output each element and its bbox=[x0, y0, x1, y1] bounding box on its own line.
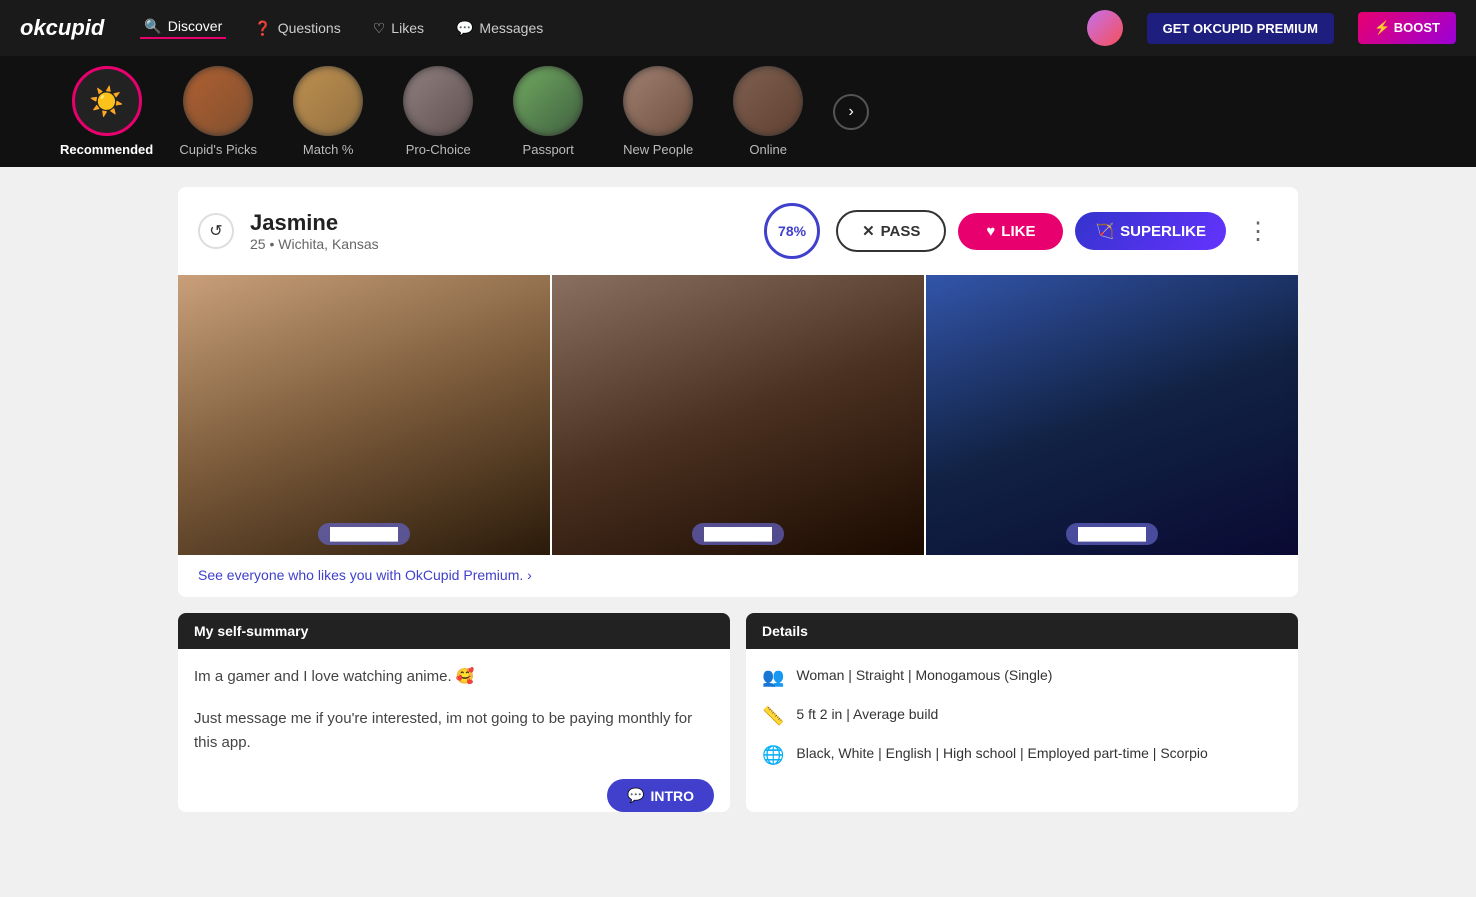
pro-choice-icon bbox=[403, 66, 473, 136]
premium-link[interactable]: See everyone who likes you with OkCupid … bbox=[198, 567, 532, 583]
nav-likes[interactable]: ♡ Likes bbox=[369, 20, 428, 37]
photo-1[interactable]: ████████ bbox=[178, 275, 550, 555]
superlike-icon: 🏹 bbox=[1095, 222, 1114, 240]
heart-icon: ♥ bbox=[986, 223, 995, 240]
photo-3-badge: ████████ bbox=[1066, 523, 1158, 545]
gender-icon: 👥 bbox=[762, 667, 784, 688]
discover-bar: ☀️ Recommended Cupid's Picks Match % Pro… bbox=[0, 56, 1476, 167]
recommended-label: Recommended bbox=[60, 142, 153, 157]
discover-cupids-picks[interactable]: Cupid's Picks bbox=[173, 66, 263, 157]
profile-card: ↺ Jasmine 25 • Wichita, Kansas 78% ✕ PAS… bbox=[178, 187, 1298, 597]
new-people-icon bbox=[623, 66, 693, 136]
photos-grid: ████████ ████████ ████████ bbox=[178, 275, 1298, 555]
passport-icon bbox=[513, 66, 583, 136]
profile-name: Jasmine bbox=[250, 210, 748, 236]
detail-row-ethnicity: 🌐 Black, White | English | High school |… bbox=[762, 743, 1282, 766]
photo-2-badge: ████████ bbox=[692, 523, 784, 545]
new-people-label: New People bbox=[623, 142, 693, 157]
likes-icon: ♡ bbox=[373, 20, 386, 37]
photo-2[interactable]: ████████ bbox=[552, 275, 924, 555]
user-avatar[interactable] bbox=[1087, 10, 1123, 46]
profile-header: ↺ Jasmine 25 • Wichita, Kansas 78% ✕ PAS… bbox=[178, 187, 1298, 275]
discover-new-people[interactable]: New People bbox=[613, 66, 703, 157]
self-summary-header: My self-summary bbox=[178, 613, 730, 649]
recommended-icon: ☀️ bbox=[72, 66, 142, 136]
discover-match[interactable]: Match % bbox=[283, 66, 373, 157]
online-icon bbox=[733, 66, 803, 136]
premium-link-bar: See everyone who likes you with OkCupid … bbox=[178, 555, 1298, 597]
nav-questions[interactable]: ❓ Questions bbox=[250, 20, 344, 37]
photo-1-badge: ████████ bbox=[318, 523, 410, 545]
match-percentage-circle: 78% bbox=[764, 203, 820, 259]
x-icon: ✕ bbox=[862, 222, 875, 240]
premium-button[interactable]: GET OKCUPID PREMIUM bbox=[1147, 13, 1334, 44]
self-summary-card: My self-summary Im a gamer and I love wa… bbox=[178, 613, 730, 812]
detail-row-gender: 👥 Woman | Straight | Monogamous (Single) bbox=[762, 665, 1282, 688]
logo: okcupid bbox=[20, 15, 104, 41]
globe-icon: 🌐 bbox=[762, 745, 784, 766]
nav-messages[interactable]: 💬 Messages bbox=[452, 20, 547, 37]
pass-button[interactable]: ✕ PASS bbox=[836, 210, 946, 252]
more-options-button[interactable]: ⋮ bbox=[1238, 213, 1278, 250]
match-icon bbox=[293, 66, 363, 136]
ethnicity-detail: Black, White | English | High school | E… bbox=[796, 743, 1207, 764]
self-summary-body: Im a gamer and I love watching anime. 🥰 … bbox=[178, 649, 730, 783]
discover-recommended[interactable]: ☀️ Recommended bbox=[60, 66, 153, 157]
discover-passport[interactable]: Passport bbox=[503, 66, 593, 157]
pro-choice-label: Pro-Choice bbox=[406, 142, 471, 157]
discover-online[interactable]: Online bbox=[723, 66, 813, 157]
message-icon: 💬 bbox=[627, 787, 644, 804]
details-header: Details bbox=[746, 613, 1298, 649]
superlike-button[interactable]: 🏹 SUPERLIKE bbox=[1075, 212, 1226, 250]
messages-icon: 💬 bbox=[456, 20, 473, 37]
undo-button[interactable]: ↺ bbox=[198, 213, 234, 249]
nav-discover[interactable]: 🔍 Discover bbox=[140, 18, 226, 39]
navigation: okcupid 🔍 Discover ❓ Questions ♡ Likes 💬… bbox=[0, 0, 1476, 56]
cupids-picks-label: Cupid's Picks bbox=[179, 142, 257, 157]
photo-3[interactable]: ████████ bbox=[926, 275, 1298, 555]
profile-age-location: 25 • Wichita, Kansas bbox=[250, 236, 748, 252]
passport-label: Passport bbox=[523, 142, 574, 157]
discover-pro-choice[interactable]: Pro-Choice bbox=[393, 66, 483, 157]
gender-detail: Woman | Straight | Monogamous (Single) bbox=[796, 665, 1052, 686]
intro-button[interactable]: 💬 INTRO bbox=[607, 779, 714, 812]
details-body: 👥 Woman | Straight | Monogamous (Single)… bbox=[746, 649, 1298, 798]
cupids-picks-icon bbox=[183, 66, 253, 136]
profile-name-info: Jasmine 25 • Wichita, Kansas bbox=[250, 210, 748, 252]
match-label: Match % bbox=[303, 142, 354, 157]
details-card: Details 👥 Woman | Straight | Monogamous … bbox=[746, 613, 1298, 812]
questions-icon: ❓ bbox=[254, 20, 271, 37]
action-buttons: ✕ PASS ♥ LIKE 🏹 SUPERLIKE ⋮ bbox=[836, 210, 1278, 252]
detail-row-height: 📏 5 ft 2 in | Average build bbox=[762, 704, 1282, 727]
like-button[interactable]: ♥ LIKE bbox=[958, 213, 1063, 250]
discover-icon: 🔍 bbox=[144, 18, 161, 35]
summary-text-1: Im a gamer and I love watching anime. 🥰 bbox=[194, 665, 714, 689]
summary-text-2: Just message me if you're interested, im… bbox=[194, 707, 714, 755]
height-detail: 5 ft 2 in | Average build bbox=[796, 704, 938, 725]
boost-button[interactable]: ⚡ BOOST bbox=[1358, 12, 1456, 44]
height-icon: 📏 bbox=[762, 706, 784, 727]
online-label: Online bbox=[749, 142, 787, 157]
discover-next-button[interactable]: › bbox=[833, 94, 869, 130]
main-content: ↺ Jasmine 25 • Wichita, Kansas 78% ✕ PAS… bbox=[138, 167, 1338, 832]
bottom-grid: My self-summary Im a gamer and I love wa… bbox=[178, 613, 1298, 812]
